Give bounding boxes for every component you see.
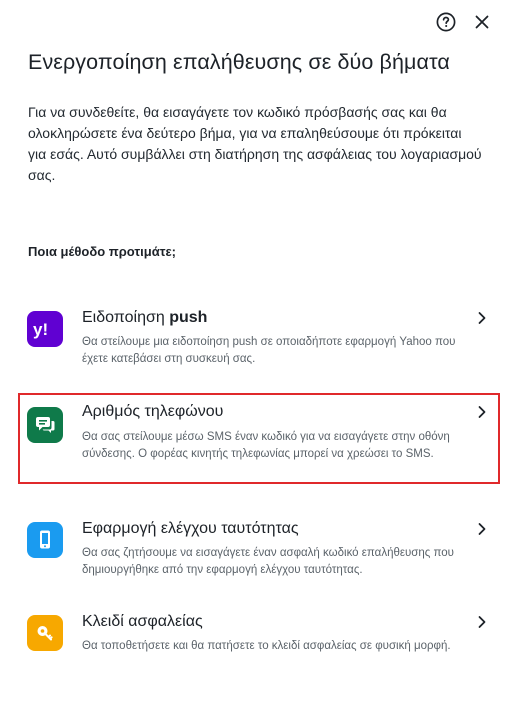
option-security-key[interactable]: Κλειδί ασφαλείας Θα τοποθετήσετε και θα … <box>18 604 500 674</box>
option-description: Θα τοποθετήσετε και θα πατήσετε το κλειδ… <box>82 640 451 652</box>
smartphone-icon <box>27 522 63 558</box>
option-title: Κλειδί ασφαλείας <box>82 613 203 630</box>
svg-text:y!: y! <box>33 320 48 339</box>
key-icon <box>27 615 63 651</box>
page-title: Ενεργοποίηση επαλήθευσης σε δύο βήματα <box>28 50 450 74</box>
option-authenticator-app[interactable]: Εφαρμογή ελέγχου ταυτότητας Θα σας ζητήσ… <box>18 511 500 587</box>
option-description: Θα σας ζητήσουμε να εισαγάγετε έναν ασφα… <box>82 547 454 576</box>
chevron-right-icon <box>478 406 486 418</box>
method-question: Ποια μέθοδο προτιμάτε; <box>28 244 177 259</box>
option-description: Θα στείλουμε μια ειδοποίηση push σε οποι… <box>82 336 456 365</box>
help-circle-icon[interactable] <box>435 11 457 33</box>
yahoo-logo-icon: y! <box>27 311 63 347</box>
chevron-right-icon <box>478 312 486 324</box>
option-description: Θα σας στείλουμε μέσω SMS έναν κωδικό γι… <box>82 431 450 460</box>
option-phone-number[interactable]: Αριθμός τηλεφώνου Θα σας στείλουμε μέσω … <box>18 393 500 484</box>
option-title: Εφαρμογή ελέγχου ταυτότητας <box>82 520 299 537</box>
chevron-right-icon <box>478 523 486 535</box>
page-description: Για να συνδεθείτε, θα εισαγάγετε τον κωδ… <box>28 104 482 183</box>
top-bar <box>435 11 493 33</box>
option-push-notification[interactable]: y! Ειδοποίηση push Θα στείλουμε μια ειδο… <box>18 300 500 374</box>
chat-bubbles-icon <box>27 407 63 443</box>
option-title: Ειδοποίηση push <box>82 309 208 326</box>
option-title: Αριθμός τηλεφώνου <box>82 403 224 420</box>
chevron-right-icon <box>478 616 486 628</box>
close-icon[interactable] <box>471 11 493 33</box>
